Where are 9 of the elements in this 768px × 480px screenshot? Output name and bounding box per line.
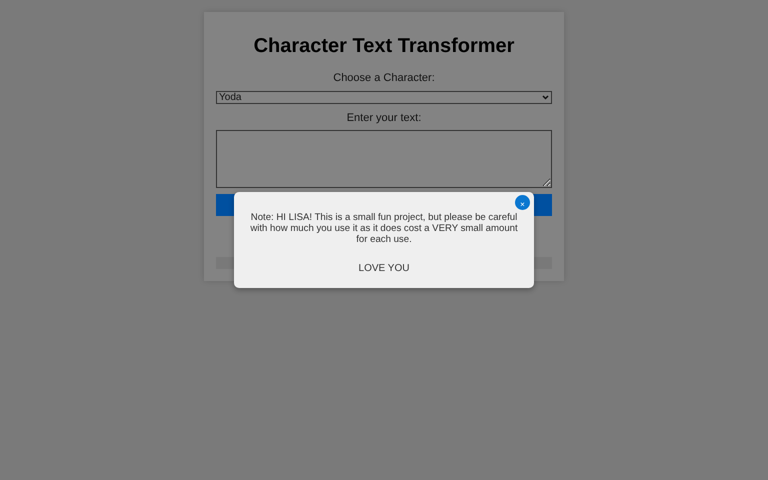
note-text: Note: HI LISA! This is a small fun project, but please be careful with how much you use it as it does cost a VERY small amount for each use.: [249, 212, 519, 245]
page-title: Character Text Transformer: [252, 34, 516, 58]
field-label: Choose a Character:: [332, 71, 436, 86]
text-input-field[interactable]: [216, 130, 552, 188]
caret-icon: [542, 94, 549, 100]
character-select[interactable]: Yoda: [216, 90, 552, 104]
signoff-text: LOVE YOU: [358, 262, 410, 276]
close-button[interactable]: ×: [515, 195, 530, 210]
field-label: Enter your text:: [346, 110, 422, 126]
